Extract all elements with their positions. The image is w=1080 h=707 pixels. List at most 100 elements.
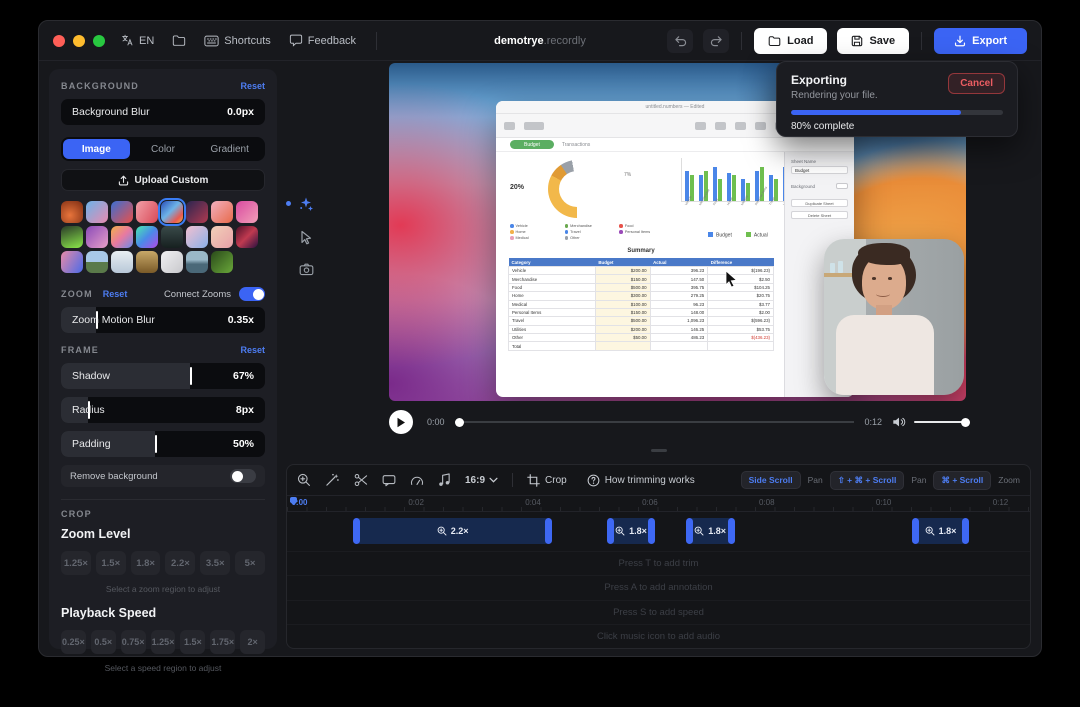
playback-speed-option[interactable]: 1.5× (180, 630, 205, 654)
playback-speed-option[interactable]: 1.25× (151, 630, 176, 654)
minimize-window-button[interactable] (73, 35, 85, 47)
duplicate-sheet-button[interactable]: Duplicate Sheet (791, 199, 848, 207)
how-trimming-works-button[interactable]: How trimming works (587, 474, 695, 487)
background-thumbnail[interactable] (136, 201, 158, 223)
annotation-icon[interactable] (382, 474, 396, 487)
volume-handle[interactable] (961, 418, 970, 427)
background-thumbnail[interactable] (61, 201, 83, 223)
music-note-icon[interactable] (438, 473, 451, 487)
background-thumbnail[interactable] (211, 226, 233, 248)
zoom-level-option[interactable]: 1.5× (96, 551, 126, 575)
background-thumbnail[interactable] (186, 251, 208, 273)
zoom-motion-blur-slider[interactable]: Zoom Motion Blur 0.35x (61, 307, 265, 333)
slider-handle[interactable] (190, 367, 192, 385)
background-reset-link[interactable]: Reset (240, 81, 265, 91)
camera-tool-button[interactable] (299, 263, 314, 276)
timeline-hint-lane[interactable]: Press T to add trim (287, 551, 1030, 575)
playback-speed-option[interactable]: 1.75× (210, 630, 235, 654)
timeline-ruler[interactable]: 0:000:020:040:060:080:100:12 (287, 495, 1030, 512)
background-thumbnail[interactable] (111, 201, 133, 223)
frame-reset-link[interactable]: Reset (240, 345, 265, 355)
load-button[interactable]: Load (754, 28, 827, 54)
speed-gauge-icon[interactable] (410, 474, 424, 487)
timeline-zoom-region[interactable]: 1.8× (608, 518, 654, 544)
magic-wand-icon[interactable] (325, 473, 340, 487)
scissors-icon[interactable] (354, 473, 368, 487)
webcam-overlay[interactable] (824, 239, 964, 395)
maximize-window-button[interactable] (93, 35, 105, 47)
background-thumbnail[interactable] (111, 226, 133, 248)
background-thumbnail[interactable] (211, 201, 233, 223)
background-thumbnail[interactable] (136, 226, 158, 248)
timeline-zoom-region[interactable]: 1.8× (913, 518, 969, 544)
zoom-level-option[interactable]: 2.2× (165, 551, 195, 575)
zoom-in-icon[interactable] (297, 473, 311, 487)
zoom-level-option[interactable]: 1.25× (61, 551, 91, 575)
tab-color[interactable]: Color (130, 139, 197, 159)
background-thumbnail[interactable] (186, 201, 208, 223)
timeline-hint-lane[interactable]: Press S to add speed (287, 600, 1030, 624)
playback-speed-option[interactable]: 2× (240, 630, 265, 654)
seek-handle[interactable] (455, 418, 464, 427)
effects-tool-button[interactable] (298, 196, 314, 212)
background-thumbnail[interactable] (86, 201, 108, 223)
background-thumbnail[interactable] (86, 251, 108, 273)
language-switcher[interactable]: EN (121, 34, 154, 47)
background-thumbnail[interactable] (236, 201, 258, 223)
background-thumbnail[interactable] (161, 226, 183, 248)
background-thumbnail[interactable] (61, 226, 83, 248)
zoom-level-option[interactable]: 5× (235, 551, 265, 575)
save-button[interactable]: Save (837, 28, 909, 54)
projects-button[interactable] (172, 34, 186, 47)
background-thumbnail[interactable] (236, 226, 258, 248)
sheet-name-input[interactable]: Budget (791, 166, 848, 174)
playback-speed-option[interactable]: 0.75× (121, 630, 146, 654)
crop-button[interactable]: Crop (527, 474, 567, 487)
export-button[interactable]: Export (934, 28, 1027, 54)
cursor-tool-button[interactable] (299, 230, 313, 245)
tab-image[interactable]: Image (63, 139, 130, 159)
frame-slider-radius[interactable]: Radius8px (61, 397, 265, 423)
cancel-export-button[interactable]: Cancel (948, 73, 1005, 94)
zoom-level-option[interactable]: 3.5× (200, 551, 230, 575)
shortcuts-button[interactable]: Shortcuts (204, 35, 270, 47)
zoom-level-option[interactable]: 1.8× (131, 551, 161, 575)
connect-zooms-toggle[interactable] (239, 287, 265, 301)
timeline-hint-lane[interactable]: Press A to add annotation (287, 575, 1030, 599)
background-thumbnail[interactable] (161, 251, 183, 273)
frame-slider-padding[interactable]: Padding50% (61, 431, 265, 457)
timeline-zoom-region[interactable]: 2.2× (354, 518, 552, 544)
volume-slider[interactable] (914, 421, 966, 424)
frame-slider-shadow[interactable]: Shadow67% (61, 363, 265, 389)
undo-button[interactable] (667, 29, 693, 53)
background-thumbnail[interactable] (136, 251, 158, 273)
background-thumbnail[interactable] (186, 226, 208, 248)
zoom-reset-link[interactable]: Reset (103, 289, 128, 299)
remove-background-toggle[interactable] (230, 469, 256, 483)
background-thumbnail[interactable] (111, 251, 133, 273)
slider-handle[interactable] (155, 435, 157, 453)
playback-speed-option[interactable]: 0.5× (91, 630, 116, 654)
aspect-ratio-dropdown[interactable]: 16:9 (465, 475, 498, 486)
tab-gradient[interactable]: Gradient (196, 139, 263, 159)
background-color-well[interactable] (836, 183, 848, 189)
sheet-tab-budget[interactable]: Budget (510, 140, 554, 149)
playback-speed-option[interactable]: 0.25× (61, 630, 86, 654)
sheet-tab-transactions[interactable]: Transactions (562, 142, 590, 148)
seek-bar[interactable] (455, 421, 855, 423)
volume-icon[interactable] (892, 416, 906, 428)
background-thumbnail[interactable] (61, 251, 83, 273)
background-blur-slider[interactable]: Background Blur 0.0px (61, 99, 265, 125)
timeline-zoom-region[interactable]: 1.8× (687, 518, 734, 544)
timeline-hint-lane[interactable]: Click music icon to add audio (287, 624, 1030, 648)
upload-custom-button[interactable]: Upload Custom (61, 169, 265, 191)
close-window-button[interactable] (53, 35, 65, 47)
play-button[interactable] (389, 410, 413, 434)
background-thumbnail[interactable] (211, 251, 233, 273)
delete-sheet-button[interactable]: Delete Sheet (791, 211, 848, 219)
background-thumbnail[interactable] (86, 226, 108, 248)
panel-resize-handle[interactable] (651, 449, 667, 452)
redo-button[interactable] (703, 29, 729, 53)
feedback-button[interactable]: Feedback (289, 34, 356, 47)
background-thumbnail[interactable] (161, 201, 183, 223)
